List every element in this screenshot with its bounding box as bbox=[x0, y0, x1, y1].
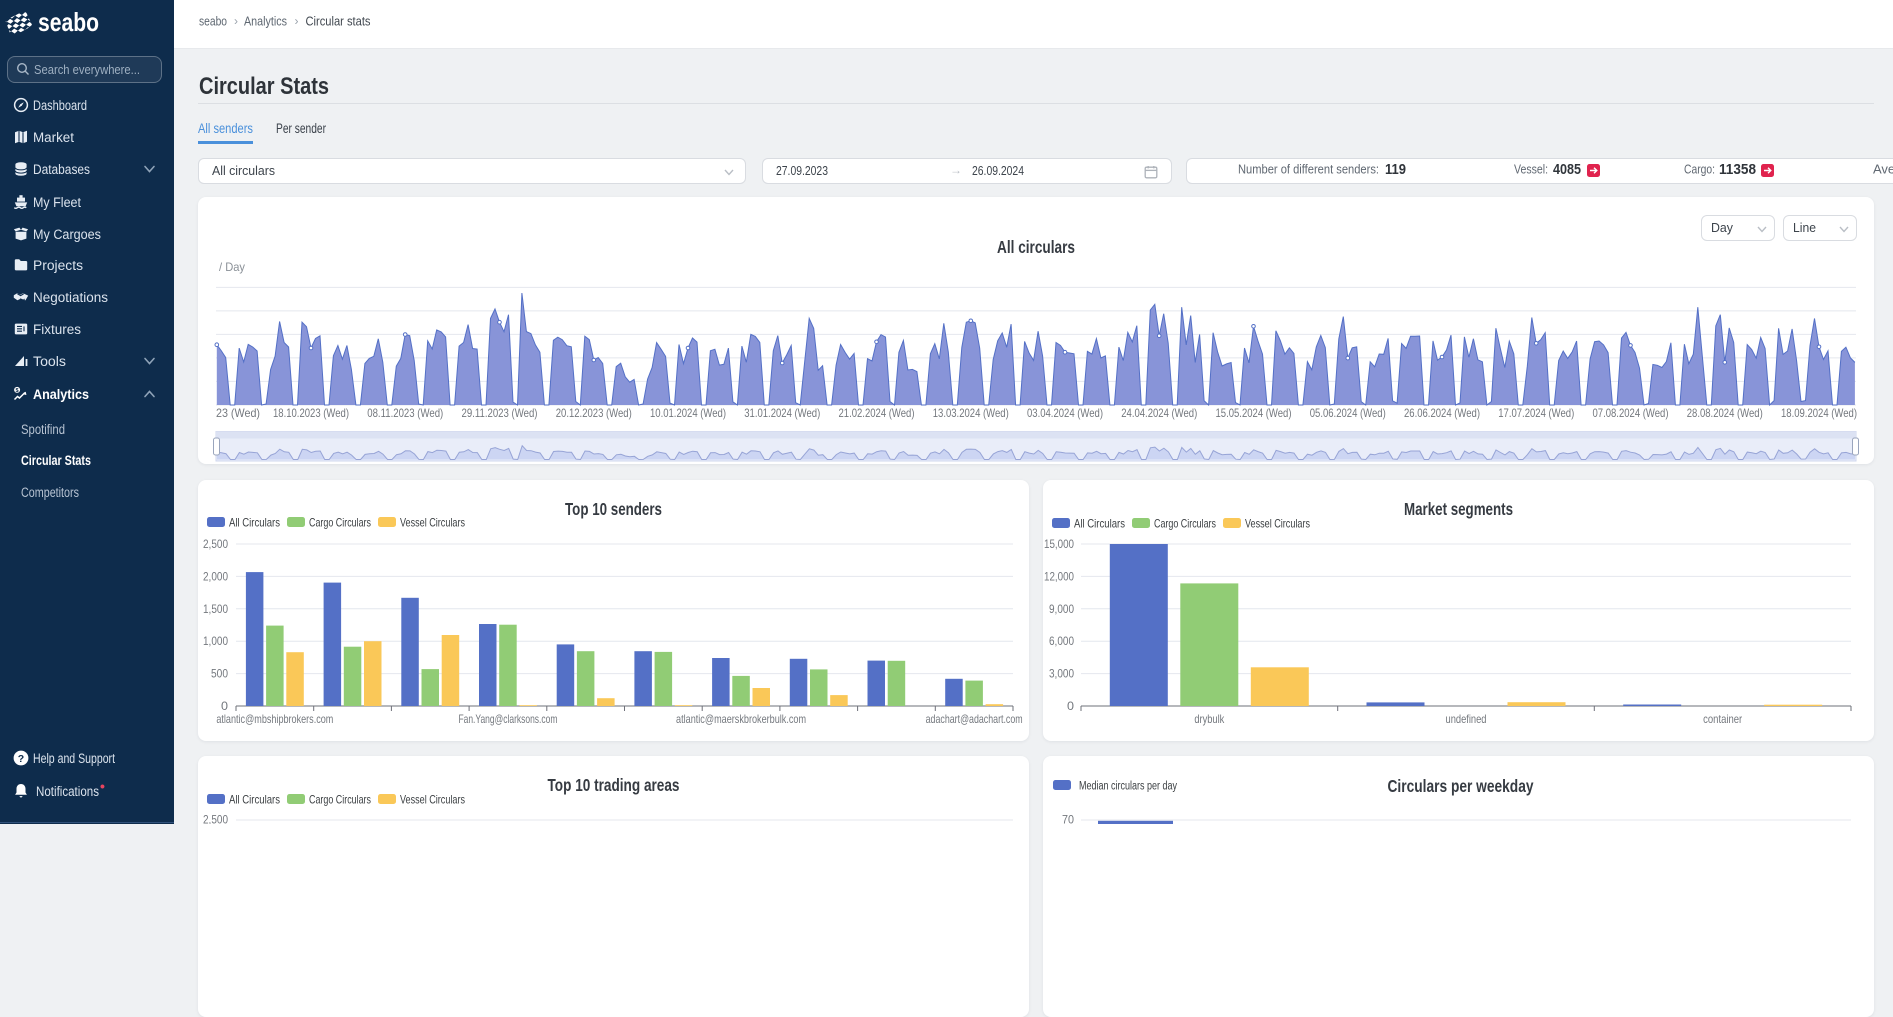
svg-text:atlantic@mbshipbrokers.com: atlantic@mbshipbrokers.com bbox=[216, 712, 333, 726]
svg-text:container: container bbox=[1703, 712, 1742, 726]
svg-text:26.06.2024 (Wed): 26.06.2024 (Wed) bbox=[1404, 406, 1480, 420]
svg-text:My Fleet: My Fleet bbox=[33, 195, 81, 210]
svg-text:?: ? bbox=[18, 753, 24, 765]
svg-text:Top 10 senders: Top 10 senders bbox=[565, 499, 662, 519]
svg-text:1,500: 1,500 bbox=[203, 602, 228, 616]
svg-text:11358: 11358 bbox=[1719, 162, 1756, 178]
svg-text:12,000: 12,000 bbox=[1044, 569, 1074, 583]
svg-text:Projects: Projects bbox=[33, 258, 83, 273]
svg-text:Competitors: Competitors bbox=[21, 485, 79, 500]
svg-text:All senders: All senders bbox=[198, 121, 253, 136]
svg-text:03.04.2024 (Wed): 03.04.2024 (Wed) bbox=[1027, 406, 1103, 420]
svg-text:27.09.2023: 27.09.2023 bbox=[776, 163, 828, 178]
svg-text:Cargo Circulars: Cargo Circulars bbox=[309, 793, 371, 807]
svg-text:Negotiations: Negotiations bbox=[33, 290, 108, 305]
svg-text:Fixtures: Fixtures bbox=[33, 322, 81, 337]
svg-text:Ave: Ave bbox=[1873, 162, 1893, 177]
svg-text:17.07.2024 (Wed): 17.07.2024 (Wed) bbox=[1498, 406, 1574, 420]
svg-text:119: 119 bbox=[1385, 162, 1406, 178]
svg-text:Analytics: Analytics bbox=[33, 387, 89, 402]
svg-text:23 (Wed): 23 (Wed) bbox=[216, 406, 260, 420]
svg-text:70: 70 bbox=[1062, 813, 1074, 825]
svg-text:2,500: 2,500 bbox=[203, 813, 228, 825]
svg-text:Market: Market bbox=[33, 130, 74, 145]
svg-text:Top 10 trading areas: Top 10 trading areas bbox=[548, 775, 680, 795]
svg-text:Circular Stats: Circular Stats bbox=[199, 73, 329, 100]
svg-text:Help and Support: Help and Support bbox=[33, 751, 115, 766]
svg-text:18.09.2024 (Wed): 18.09.2024 (Wed) bbox=[1781, 406, 1857, 420]
svg-text:adachart@adachart.com: adachart@adachart.com bbox=[926, 712, 1023, 726]
svg-text:1,000: 1,000 bbox=[203, 634, 228, 648]
svg-text:05.06.2024 (Wed): 05.06.2024 (Wed) bbox=[1310, 406, 1386, 420]
svg-text:13.03.2024 (Wed): 13.03.2024 (Wed) bbox=[933, 406, 1009, 420]
svg-text:2,000: 2,000 bbox=[203, 569, 228, 583]
svg-text:Line: Line bbox=[1793, 221, 1816, 235]
svg-text:Number of different senders:: Number of different senders: bbox=[1238, 162, 1379, 177]
svg-text:Median circulars per day: Median circulars per day bbox=[1079, 781, 1177, 793]
svg-text:31.01.2024 (Wed): 31.01.2024 (Wed) bbox=[744, 406, 820, 420]
svg-text:10.01.2024 (Wed): 10.01.2024 (Wed) bbox=[650, 406, 726, 420]
svg-text:Circular stats: Circular stats bbox=[306, 14, 371, 29]
svg-text:Circular Stats: Circular Stats bbox=[21, 453, 91, 468]
svg-text:Day: Day bbox=[1711, 221, 1734, 235]
svg-text:Cargo:: Cargo: bbox=[1684, 162, 1715, 177]
svg-text:Cargo Circulars: Cargo Circulars bbox=[1154, 517, 1216, 531]
svg-text:15,000: 15,000 bbox=[1044, 537, 1074, 551]
svg-text:Market segments: Market segments bbox=[1404, 499, 1513, 519]
svg-text:07.08.2024 (Wed): 07.08.2024 (Wed) bbox=[1593, 406, 1669, 420]
svg-text:Vessel Circulars: Vessel Circulars bbox=[400, 516, 465, 530]
svg-text:3,000: 3,000 bbox=[1049, 667, 1074, 681]
svg-text:My Cargoes: My Cargoes bbox=[33, 227, 101, 242]
svg-text:All circulars: All circulars bbox=[997, 237, 1075, 257]
svg-text:20.12.2023 (Wed): 20.12.2023 (Wed) bbox=[556, 406, 632, 420]
svg-text:Vessel Circulars: Vessel Circulars bbox=[1245, 517, 1310, 531]
svg-text:Cargo Circulars: Cargo Circulars bbox=[309, 516, 371, 530]
svg-text:Circulars per weekday: Circulars per weekday bbox=[1388, 776, 1534, 796]
svg-text:2,500: 2,500 bbox=[203, 537, 228, 551]
svg-text:All Circulars: All Circulars bbox=[229, 793, 280, 807]
svg-text:Vessel:: Vessel: bbox=[1514, 162, 1548, 177]
svg-text:Fan.Yang@clarksons.com: Fan.Yang@clarksons.com bbox=[458, 712, 557, 726]
svg-text:Analytics: Analytics bbox=[244, 14, 287, 29]
svg-text:drybulk: drybulk bbox=[1194, 712, 1225, 726]
svg-text:24.04.2024 (Wed): 24.04.2024 (Wed) bbox=[1121, 406, 1197, 420]
svg-text:0: 0 bbox=[1067, 699, 1074, 713]
svg-text:28.08.2024 (Wed): 28.08.2024 (Wed) bbox=[1687, 406, 1763, 420]
svg-text:seabo: seabo bbox=[199, 14, 227, 29]
svg-text:500: 500 bbox=[211, 667, 228, 681]
svg-text:4085: 4085 bbox=[1553, 162, 1581, 178]
svg-text:All Circulars: All Circulars bbox=[1074, 517, 1125, 531]
svg-text:→: → bbox=[950, 163, 962, 177]
svg-text:Spotifind: Spotifind bbox=[21, 422, 65, 437]
svg-text:08.11.2023 (Wed): 08.11.2023 (Wed) bbox=[367, 406, 443, 420]
svg-text:•: • bbox=[100, 778, 105, 794]
svg-text:6,000: 6,000 bbox=[1049, 634, 1074, 648]
svg-text:21.02.2024 (Wed): 21.02.2024 (Wed) bbox=[839, 406, 915, 420]
svg-text:All circulars: All circulars bbox=[212, 163, 275, 178]
svg-text:0: 0 bbox=[221, 699, 228, 713]
svg-text:/ Day: / Day bbox=[219, 260, 245, 274]
svg-text:Databases: Databases bbox=[33, 162, 90, 177]
svg-text:18.10.2023 (Wed): 18.10.2023 (Wed) bbox=[273, 406, 349, 420]
svg-text:Per sender: Per sender bbox=[276, 121, 326, 136]
svg-text:›: › bbox=[234, 14, 238, 28]
svg-text:Search everywhere...: Search everywhere... bbox=[34, 62, 140, 77]
svg-text:Vessel Circulars: Vessel Circulars bbox=[400, 793, 465, 807]
svg-text:15.05.2024 (Wed): 15.05.2024 (Wed) bbox=[1216, 406, 1292, 420]
svg-text:undefined: undefined bbox=[1446, 712, 1487, 726]
svg-text:26.09.2024: 26.09.2024 bbox=[972, 163, 1024, 178]
svg-text:seabo: seabo bbox=[38, 7, 99, 37]
svg-text:Notifications: Notifications bbox=[36, 784, 99, 799]
svg-text:›: › bbox=[295, 14, 299, 28]
svg-text:Tools: Tools bbox=[33, 354, 66, 369]
svg-text:Dashboard: Dashboard bbox=[33, 98, 87, 113]
svg-text:All Circulars: All Circulars bbox=[229, 516, 280, 530]
svg-text:atlantic@maerskbrokerbulk.com: atlantic@maerskbrokerbulk.com bbox=[676, 712, 806, 726]
svg-text:29.11.2023 (Wed): 29.11.2023 (Wed) bbox=[462, 406, 538, 420]
svg-text:9,000: 9,000 bbox=[1049, 602, 1074, 616]
